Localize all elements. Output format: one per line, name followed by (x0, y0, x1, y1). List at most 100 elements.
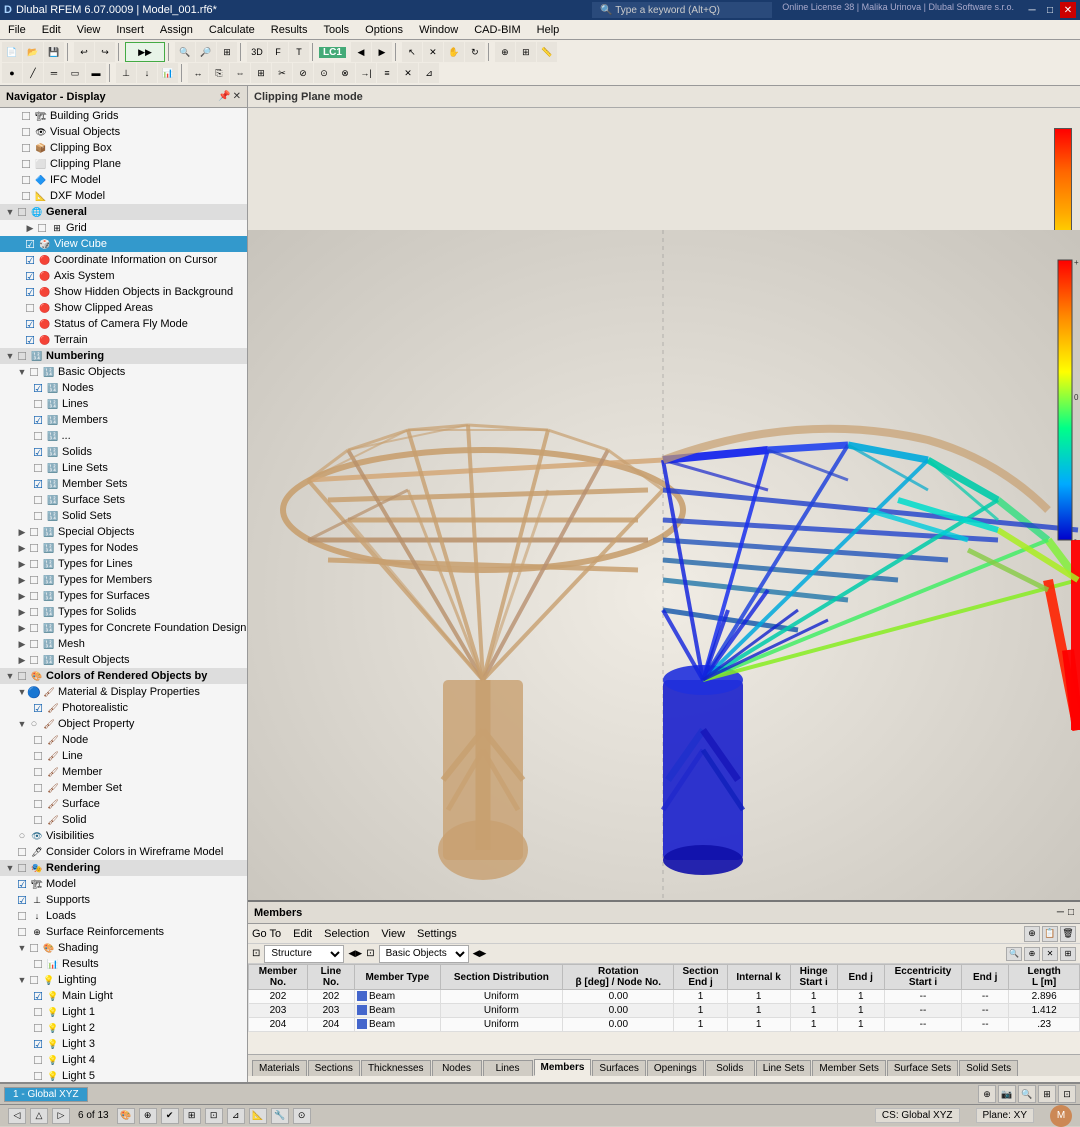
merge-tool[interactable]: ⊗ (335, 63, 355, 83)
checkbox-numbering[interactable]: ☐ (16, 350, 28, 362)
checkbox-shading[interactable]: ☐ (28, 942, 40, 954)
tree-item-clipping-plane[interactable]: ☐ ⬜ Clipping Plane (0, 156, 247, 172)
table-row[interactable]: 204 204 Beam Uniform 0.00 1 1 1 1 -- -- (249, 1018, 1080, 1032)
tree-item-model[interactable]: ☑ 🏗 Model (0, 876, 247, 892)
ws-tab-group[interactable]: 1 - Global XYZ (4, 1087, 88, 1102)
tab-solids[interactable]: Solids (705, 1060, 755, 1076)
col-line-no[interactable]: LineNo. (307, 965, 354, 990)
members-icon-2[interactable]: 📋 (1042, 926, 1058, 942)
tree-section-rendering[interactable]: ▼ ☐ 🎭 Rendering (0, 860, 247, 876)
tree-item-node[interactable]: ☐ 🖌 Node (0, 732, 247, 748)
menu-options[interactable]: Options (357, 20, 411, 39)
menu-results[interactable]: Results (263, 20, 316, 39)
tree-section-general[interactable]: ▼ ☐ 🌐 General (0, 204, 247, 220)
offset-tool[interactable]: ≡ (377, 63, 397, 83)
connect-tool[interactable]: ⊙ (314, 63, 334, 83)
tab-materials[interactable]: Materials (252, 1060, 307, 1076)
tab-solid-sets[interactable]: Solid Sets (959, 1060, 1018, 1076)
members-edit[interactable]: Edit (293, 928, 312, 940)
checkbox-visual-objects[interactable]: ☐ (20, 126, 32, 138)
ws-icon-3[interactable]: 🔍 (1018, 1085, 1036, 1103)
tree-item-grid[interactable]: ▶ ☐ ⊞ Grid (0, 220, 247, 236)
tree-item-photorealistic[interactable]: ☑ 🖌 Photorealistic (0, 700, 247, 716)
checkbox-member-sets[interactable]: ☑ (32, 478, 44, 490)
status-icon-7[interactable]: 📐 (249, 1108, 267, 1124)
view-front-button[interactable]: F (268, 42, 288, 62)
checkbox-basic-objects[interactable]: ☐ (28, 366, 40, 378)
calculate-button[interactable]: ▶▶ (125, 42, 165, 62)
filter-btn-4[interactable]: ⊞ (1060, 947, 1076, 961)
tree-item-light4[interactable]: ☐ 💡 Light 4 (0, 1052, 247, 1068)
tree-item-numbered-surfaces[interactable]: ☐ 🔢 ... (0, 428, 247, 444)
radio-visibilities[interactable]: ○ (16, 830, 28, 842)
checkbox-solids[interactable]: ☑ (32, 446, 44, 458)
solid-tool[interactable]: ▬ (86, 63, 106, 83)
checkbox-solid-sets[interactable]: ☐ (32, 510, 44, 522)
ws-icon-2[interactable]: 📷 (998, 1085, 1016, 1103)
cross-btn[interactable]: ✕ (423, 42, 443, 62)
lc-next[interactable]: ▶ (372, 42, 392, 62)
tree-section-numbering[interactable]: ▼ ☐ 🔢 Numbering (0, 348, 247, 364)
checkbox-special-objects[interactable]: ☐ (28, 526, 40, 538)
tree-item-member-sets[interactable]: ☑ 🔢 Member Sets (0, 476, 247, 492)
menu-window[interactable]: Window (411, 20, 466, 39)
tree-item-solids[interactable]: ☑ 🔢 Solids (0, 444, 247, 460)
checkbox-supports[interactable]: ☑ (16, 894, 28, 906)
tree-item-solid-color[interactable]: ☐ 🖌 Solid (0, 812, 247, 828)
members-view[interactable]: View (381, 928, 405, 940)
status-icon-3[interactable]: ✔ (161, 1108, 179, 1124)
split-tool[interactable]: ⊘ (293, 63, 313, 83)
checkbox-building-grids[interactable]: ☐ (20, 110, 32, 122)
close-button[interactable]: ✕ (1060, 2, 1076, 18)
checkbox-numbered-surfaces[interactable]: ☐ (32, 430, 44, 442)
search-bar[interactable]: 🔍 Type a keyword (Alt+Q) (592, 2, 772, 18)
checkbox-clipping-box[interactable]: ☐ (20, 142, 32, 154)
tree-item-ifc-model[interactable]: ☐ 🔷 IFC Model (0, 172, 247, 188)
menu-assign[interactable]: Assign (152, 20, 201, 39)
tree-item-types-surfaces[interactable]: ▶ ☐ 🔢 Types for Surfaces (0, 588, 247, 604)
tree-item-axis-system[interactable]: ☑ 🔴 Axis System (0, 268, 247, 284)
tree-item-line[interactable]: ☐ 🖌 Line (0, 748, 247, 764)
col-section-end-j[interactable]: SectionEnd j (674, 965, 727, 990)
checkbox-grid[interactable]: ☐ (36, 222, 48, 234)
tree-item-light1[interactable]: ☐ 💡 Light 1 (0, 1004, 247, 1020)
menu-view[interactable]: View (69, 20, 109, 39)
checkbox-lines[interactable]: ☐ (32, 398, 44, 410)
status-icon-9[interactable]: ⊙ (293, 1108, 311, 1124)
project-tool[interactable]: ⊿ (419, 63, 439, 83)
nav-pin-button[interactable]: 📌 (218, 91, 230, 102)
tree-item-wireframe-colors[interactable]: ☐ 🖊 Consider Colors in Wireframe Model (0, 844, 247, 860)
grid-btn[interactable]: ⊞ (516, 42, 536, 62)
tree-item-mesh[interactable]: ▶ ☐ 🔢 Mesh (0, 636, 247, 652)
checkbox-light3[interactable]: ☑ (32, 1038, 44, 1050)
checkbox-surface-color[interactable]: ☐ (32, 798, 44, 810)
checkbox-line-sets[interactable]: ☐ (32, 462, 44, 474)
tab-lines[interactable]: Lines (483, 1060, 533, 1076)
checkbox-coord-info[interactable]: ☑ (24, 254, 36, 266)
filter-btn-2[interactable]: ⊕ (1024, 947, 1040, 961)
tab-surface-sets[interactable]: Surface Sets (887, 1060, 958, 1076)
members-table-scroll[interactable]: MemberNo. LineNo. Member Type Section Di… (248, 964, 1080, 1054)
checkbox-view-cube[interactable]: ☑ (24, 238, 36, 250)
tree-item-shading[interactable]: ▼ ☐ 🎨 Shading (0, 940, 247, 956)
col-rotation[interactable]: Rotationβ [deg] / Node No. (563, 965, 674, 990)
checkbox-member-set-color[interactable]: ☐ (32, 782, 44, 794)
tree-item-types-members[interactable]: ▶ ☐ 🔢 Types for Members (0, 572, 247, 588)
col-ecc-start[interactable]: EccentricityStart i (884, 965, 961, 990)
col-member-type[interactable]: Member Type (354, 965, 440, 990)
checkbox-rendering[interactable]: ☐ (16, 862, 28, 874)
members-selection[interactable]: Selection (324, 928, 369, 940)
member-tool[interactable]: ═ (44, 63, 64, 83)
zoom-in-button[interactable]: 🔍 (175, 42, 195, 62)
tree-item-clipping-box[interactable]: ☐ 📦 Clipping Box (0, 140, 247, 156)
tree-section-colors[interactable]: ▼ ☐ 🎨 Colors of Rendered Objects by (0, 668, 247, 684)
checkbox-mesh[interactable]: ☐ (28, 638, 40, 650)
tree-item-types-nodes[interactable]: ▶ ☐ 🔢 Types for Nodes (0, 540, 247, 556)
menu-file[interactable]: File (0, 20, 34, 39)
load-tool[interactable]: ↓ (137, 63, 157, 83)
checkbox-light2[interactable]: ☐ (32, 1022, 44, 1034)
navigator-header-btns[interactable]: 📌 ✕ (218, 91, 241, 102)
tab-line-sets[interactable]: Line Sets (756, 1060, 812, 1076)
col-hinge-end[interactable]: End j (837, 965, 884, 990)
tree-item-line-sets[interactable]: ☐ 🔢 Line Sets (0, 460, 247, 476)
